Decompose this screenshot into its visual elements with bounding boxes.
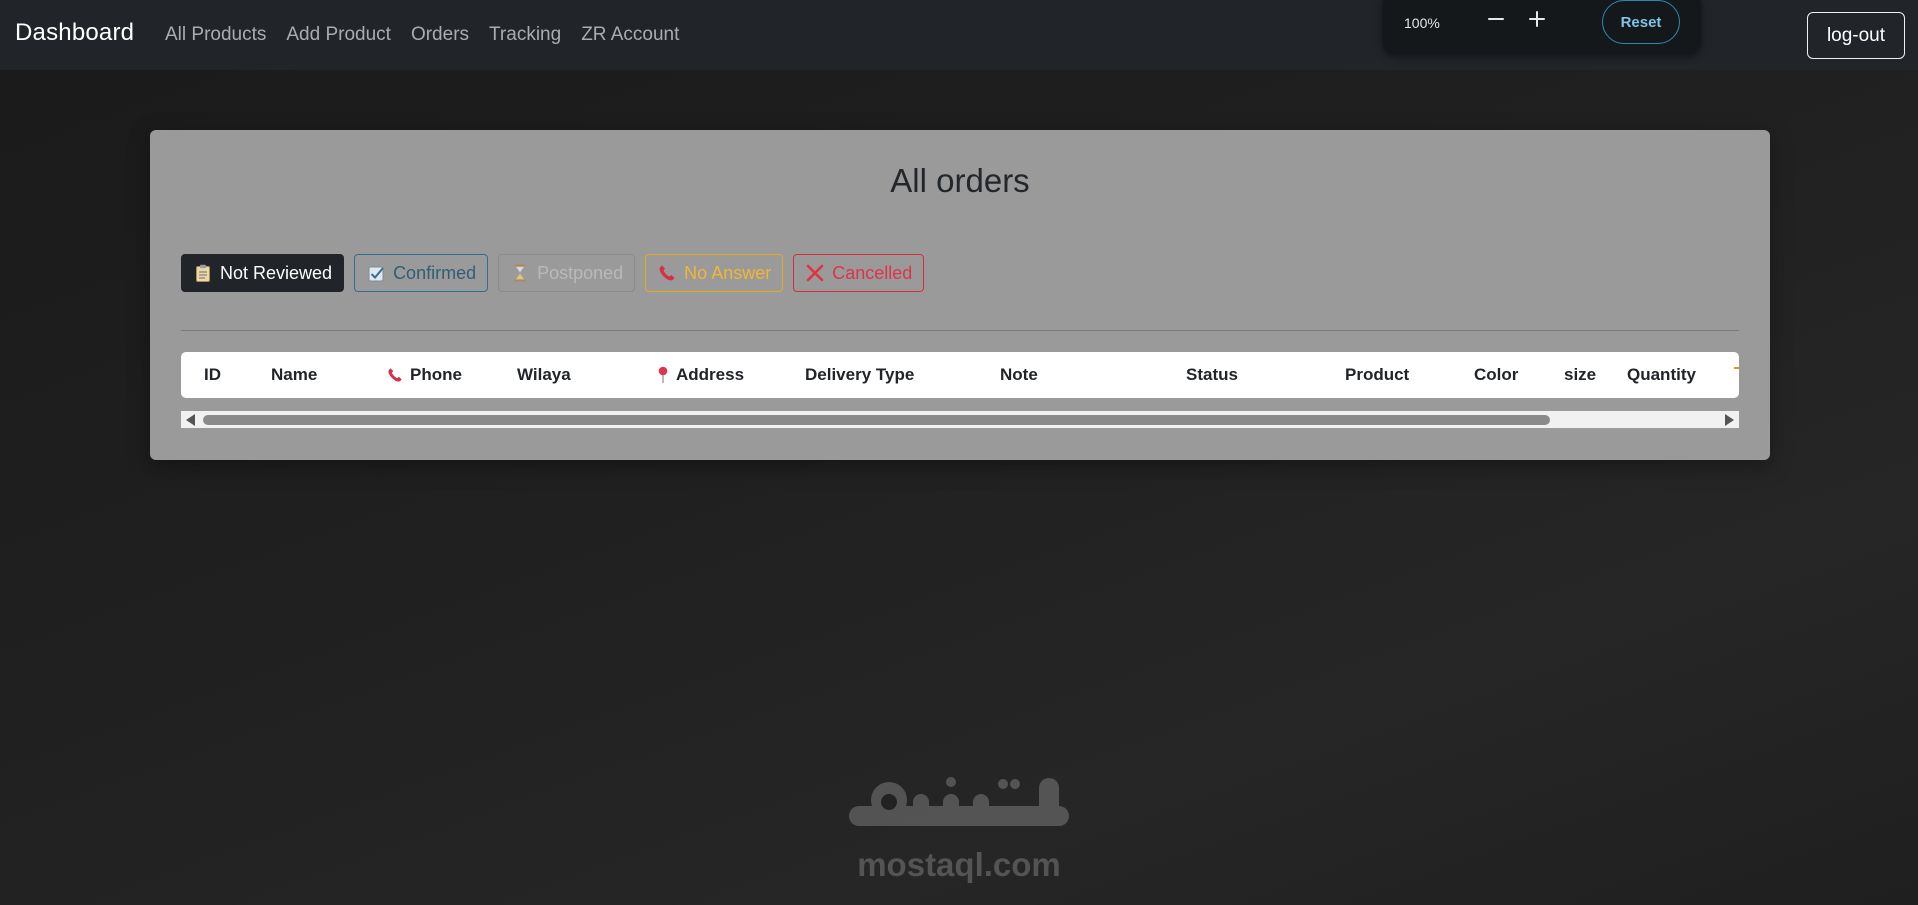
logout-button[interactable]: log-out bbox=[1807, 12, 1905, 59]
scrollbar-thumb[interactable] bbox=[203, 415, 1550, 425]
column-header-label: Phone bbox=[410, 365, 462, 384]
nav-link-all-products[interactable]: All Products bbox=[165, 24, 266, 46]
nav-links: All Products Add Product Orders Tracking… bbox=[165, 24, 699, 46]
zoom-in-button[interactable] bbox=[1524, 6, 1550, 32]
filter-not-reviewed[interactable]: Not Reviewed bbox=[181, 254, 345, 292]
column-header-size[interactable]: size bbox=[1564, 365, 1596, 385]
truncated-column-icon bbox=[1734, 367, 1739, 383]
filter-postponed[interactable]: Postponed bbox=[498, 254, 636, 292]
column-header-delivery-type[interactable]: Delivery Type bbox=[805, 365, 914, 385]
scroll-right-arrow-icon[interactable] bbox=[1725, 414, 1734, 426]
column-header-id[interactable]: ID bbox=[204, 365, 221, 385]
pin-icon bbox=[657, 366, 669, 384]
zoom-out-button[interactable] bbox=[1483, 6, 1509, 32]
mostaql-logo-icon bbox=[849, 777, 1069, 826]
status-filter-bar: Not Reviewed Confirmed Postponed No Answ… bbox=[181, 254, 925, 292]
filter-no-answer[interactable]: No Answer bbox=[645, 254, 784, 292]
filter-label: No Answer bbox=[684, 262, 772, 283]
filter-label: Postponed bbox=[537, 262, 624, 283]
column-header-address[interactable]: Address bbox=[657, 365, 744, 385]
nav-link-tracking[interactable]: Tracking bbox=[489, 24, 561, 46]
nav-link-zr-account[interactable]: ZR Account bbox=[581, 24, 679, 46]
x-icon bbox=[806, 264, 824, 282]
column-header-product[interactable]: Product bbox=[1345, 365, 1409, 385]
plus-icon bbox=[1529, 11, 1545, 27]
column-header-status[interactable]: Status bbox=[1186, 365, 1238, 385]
zoom-panel: 100% Reset bbox=[1383, 0, 1701, 54]
column-header-quantity[interactable]: Quantity bbox=[1627, 365, 1696, 385]
checkbox-icon bbox=[367, 264, 385, 282]
minus-icon bbox=[1488, 18, 1504, 20]
column-header-label: Address bbox=[676, 365, 745, 384]
filter-label: Cancelled bbox=[832, 262, 913, 283]
filter-confirmed[interactable]: Confirmed bbox=[354, 254, 489, 292]
column-header-phone[interactable]: Phone bbox=[387, 365, 462, 385]
filter-label: Not Reviewed bbox=[220, 262, 333, 283]
orders-table: ID Name Phone Wilaya Address Delivery Ty… bbox=[181, 352, 1739, 398]
top-navbar: Dashboard All Products Add Product Order… bbox=[0, 0, 1918, 70]
column-header-name[interactable]: Name bbox=[271, 365, 317, 385]
watermark-url: mostaql.com bbox=[857, 846, 1061, 883]
brand-dashboard[interactable]: Dashboard bbox=[15, 19, 134, 47]
filter-cancelled[interactable]: Cancelled bbox=[793, 254, 925, 292]
column-header-wilaya[interactable]: Wilaya bbox=[517, 365, 571, 385]
mostaql-watermark: mostaql.com bbox=[843, 770, 1075, 888]
clipboard-icon bbox=[194, 264, 212, 282]
zoom-reset-button[interactable]: Reset bbox=[1602, 0, 1680, 44]
column-header-color[interactable]: Color bbox=[1474, 365, 1518, 385]
column-header-note[interactable]: Note bbox=[1000, 365, 1038, 385]
phone-icon bbox=[387, 367, 403, 383]
nav-link-add-product[interactable]: Add Product bbox=[286, 24, 391, 46]
page-title: All orders bbox=[890, 162, 1030, 199]
table-horizontal-scrollbar[interactable] bbox=[181, 411, 1739, 428]
orders-card: All orders Not Reviewed Confirmed Postpo… bbox=[150, 130, 1770, 460]
section-divider bbox=[181, 330, 1739, 331]
scroll-left-arrow-icon[interactable] bbox=[186, 414, 195, 426]
hourglass-icon bbox=[511, 264, 529, 282]
zoom-level-readout: 100% bbox=[1404, 15, 1440, 31]
nav-link-orders[interactable]: Orders bbox=[411, 24, 469, 46]
filter-label: Confirmed bbox=[393, 262, 477, 283]
phone-icon bbox=[658, 264, 676, 282]
